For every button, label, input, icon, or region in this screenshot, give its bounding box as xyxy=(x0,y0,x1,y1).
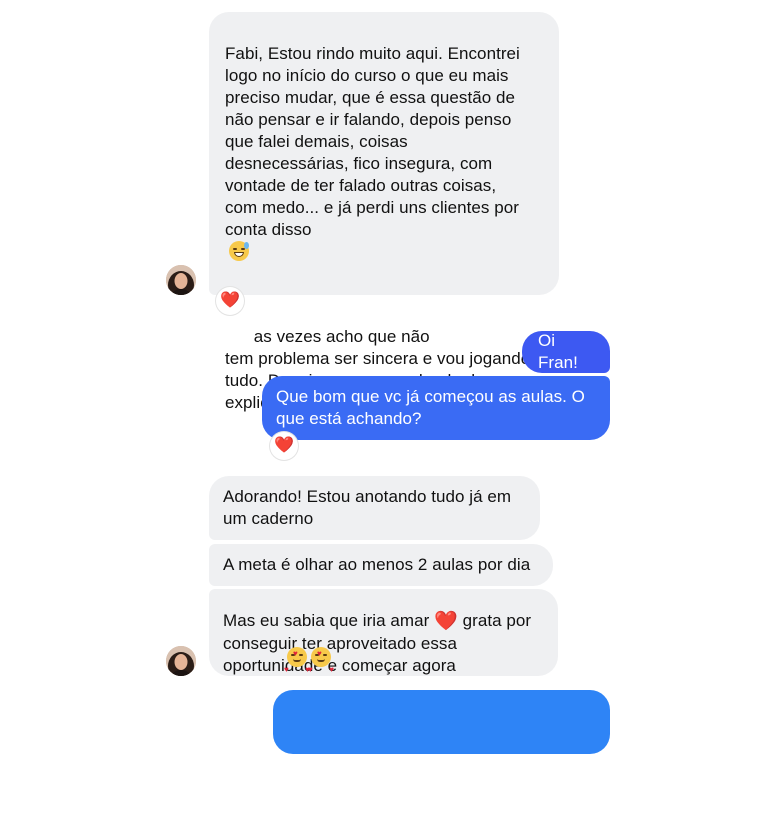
message-text: Que bom que vc já começou as aulas. O qu… xyxy=(276,387,585,428)
grinning-sweat-emoji xyxy=(229,241,249,261)
message-text: Adorando! Estou anotando tudo já em um c… xyxy=(223,487,512,528)
message-bubble-outgoing[interactable]: ♥ ♥ ♥ ♥ ♥ ♥ fico muito feliz por ti e fe… xyxy=(273,646,610,818)
message-bubble-outgoing[interactable]: Que bom que vc já começou as aulas. O qu… xyxy=(262,376,610,440)
message-text: fico muito feliz por ti e feliz pela con… xyxy=(287,776,574,818)
message-bubble-outgoing[interactable]: Oi Fran! xyxy=(522,331,610,373)
message-text: Oi Fran! xyxy=(538,331,578,372)
contact-avatar[interactable] xyxy=(166,646,196,676)
heart-reaction[interactable]: ❤️ xyxy=(216,287,244,315)
contact-avatar[interactable] xyxy=(166,265,196,295)
smiling-face-with-hearts-emoji: ♥ ♥ ♥ xyxy=(308,646,334,674)
message-bubble-incoming[interactable]: Fabi, Estou rindo muito aqui. Encontrei … xyxy=(209,12,559,412)
message-bubble-incoming[interactable]: A meta é olhar ao menos 2 aulas por dia xyxy=(209,544,553,586)
smiling-face-with-hearts-emoji: ♥ ♥ ♥ xyxy=(284,646,310,674)
message-text: A meta é olhar ao menos 2 aulas por dia xyxy=(223,555,531,574)
message-bubble-incoming[interactable]: Adorando! Estou anotando tudo já em um c… xyxy=(209,476,540,540)
message-text: Fabi, Estou rindo muito aqui. Encontrei … xyxy=(225,44,520,239)
heart-reaction[interactable]: ❤️ xyxy=(270,432,298,460)
